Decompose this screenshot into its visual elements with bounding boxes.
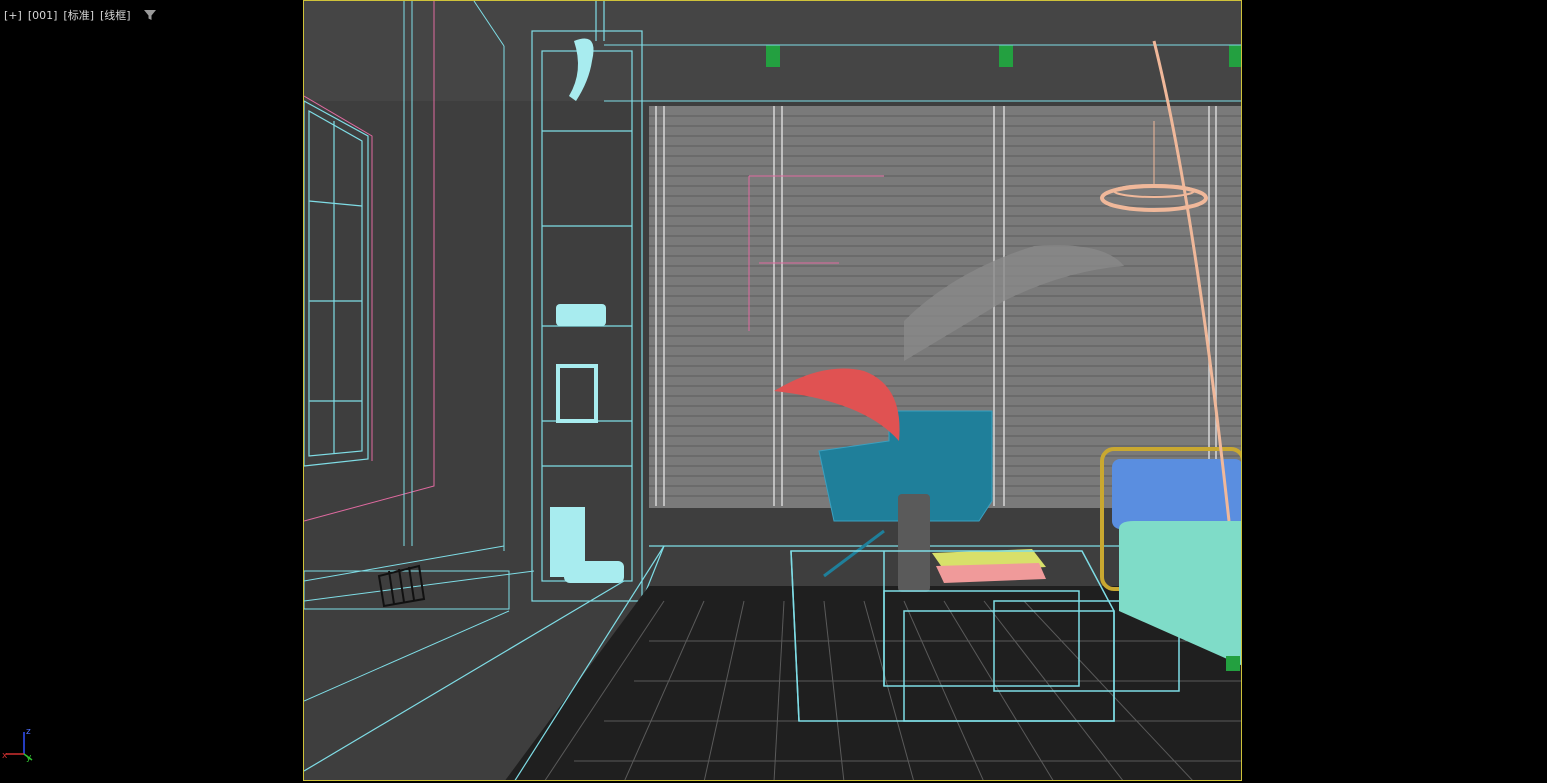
viewport-camera-label[interactable]: [001] [28, 9, 58, 22]
left-wall-wireframe [304, 1, 535, 702]
viewport-display-wireframe[interactable]: [线框] [100, 7, 131, 23]
scene-wireframe [304, 1, 1241, 780]
filter-icon[interactable] [143, 8, 157, 22]
axis-gizmo: z x y [2, 724, 42, 764]
x-axis-label: x [2, 751, 8, 761]
z-axis-label: z [26, 727, 31, 737]
viewport-label-bar: [+] [001] [标准] [线框] [4, 7, 157, 23]
shelf-decor-objects [550, 38, 624, 583]
vase [898, 494, 930, 592]
viewport-menu-plus[interactable]: [+] [4, 9, 22, 22]
viewport-canvas[interactable] [303, 0, 1242, 781]
y-axis-label: y [26, 753, 32, 763]
left-window-frame [304, 100, 369, 467]
viewport-shading-standard[interactable]: [标准] [63, 7, 94, 23]
coffee-table-books [932, 549, 1046, 583]
